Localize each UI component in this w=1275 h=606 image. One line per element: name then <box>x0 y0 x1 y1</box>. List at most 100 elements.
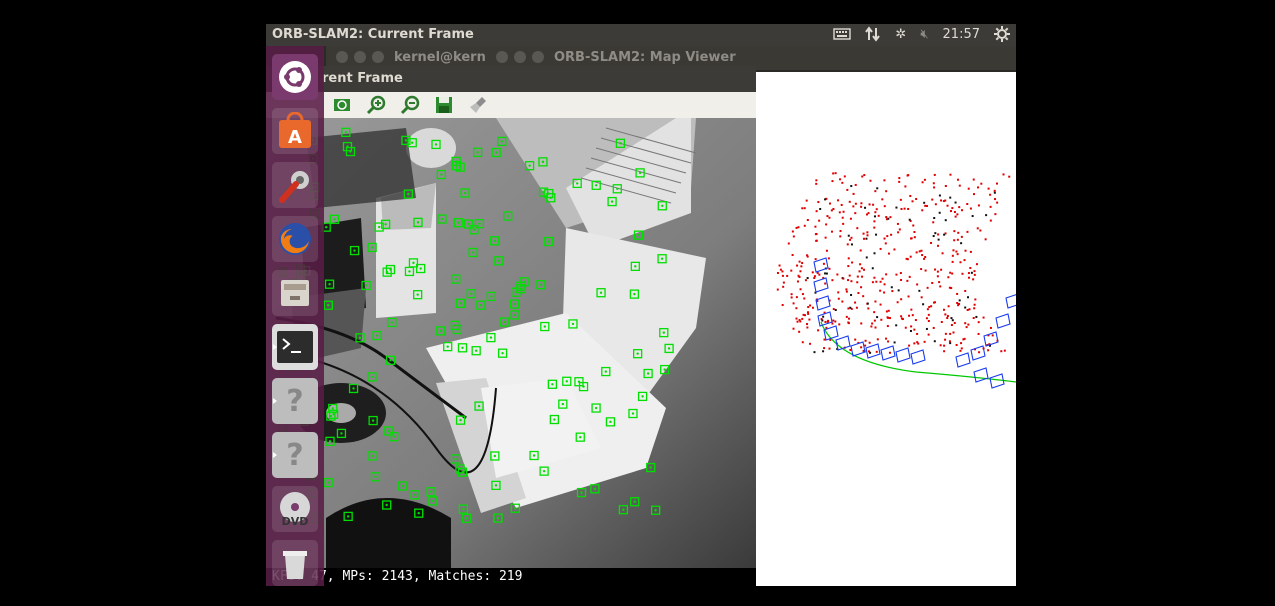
map-point <box>864 339 867 342</box>
feature-point <box>494 151 498 154</box>
launcher-item-firefox[interactable] <box>272 216 318 262</box>
launcher-item-trash[interactable] <box>272 540 318 586</box>
keyboard-icon[interactable] <box>833 27 852 41</box>
close-icon[interactable] <box>496 51 508 63</box>
map-point <box>1008 175 1011 178</box>
launcher-item-dash[interactable] <box>272 54 318 100</box>
feature-point <box>528 164 531 167</box>
launcher-item-unknown-2[interactable]: ? <box>272 432 318 478</box>
zoom-in-icon[interactable] <box>366 95 386 115</box>
maximize-icon[interactable] <box>532 51 544 63</box>
map-point <box>959 261 962 264</box>
clear-brush-icon[interactable] <box>468 95 488 115</box>
map-point <box>912 224 915 227</box>
map-point <box>967 296 970 299</box>
keyframe-marker <box>817 311 833 327</box>
volume-muted-icon[interactable]: 🔇︎ <box>920 27 928 42</box>
map-point <box>889 317 892 320</box>
map-point <box>818 219 821 222</box>
map-point <box>824 236 827 239</box>
save-icon[interactable] <box>434 95 454 115</box>
launcher-item-settings[interactable] <box>272 162 318 208</box>
map-point <box>898 180 901 183</box>
zoom-fit-icon[interactable] <box>332 95 352 115</box>
map-point <box>985 214 988 217</box>
feature-point <box>604 370 607 373</box>
map-point <box>855 306 858 309</box>
launcher-item-unknown-1[interactable]: ? <box>272 378 318 424</box>
map-viewer-window-title[interactable]: ORB-SLAM2: Map Viewer <box>554 50 736 65</box>
keyframe-marker <box>835 335 851 351</box>
map-point <box>913 236 916 239</box>
map-point <box>801 293 804 296</box>
map-point <box>846 243 849 246</box>
feature-point <box>340 432 343 435</box>
launcher-item-terminal[interactable] <box>272 324 318 370</box>
map-point <box>957 304 960 307</box>
current-frame-title: rent Frame <box>322 71 403 86</box>
map-point <box>966 230 969 233</box>
feature-point <box>502 320 506 324</box>
map-point <box>824 272 827 275</box>
launcher-item-software[interactable]: A <box>272 108 318 154</box>
current-frame-titlebar[interactable]: rent Frame <box>266 66 756 92</box>
feature-point <box>358 336 362 340</box>
map-point <box>847 279 850 282</box>
map-point <box>932 326 935 329</box>
map-point <box>937 233 940 236</box>
feature-point <box>457 221 460 224</box>
map-point <box>925 317 928 320</box>
network-icon[interactable] <box>865 26 881 42</box>
map-point <box>947 305 950 308</box>
map-point <box>885 218 888 221</box>
map-point <box>842 222 845 225</box>
map-point <box>845 315 848 318</box>
launcher-item-files[interactable] <box>272 270 318 316</box>
map-point <box>854 338 857 341</box>
map-point <box>896 222 899 225</box>
map-point <box>933 217 936 220</box>
current-frame-window[interactable]: rent Frame KFs: 47, MPs: 2143, Matches: … <box>266 66 756 586</box>
map-point <box>776 288 779 291</box>
map-point <box>904 185 907 188</box>
map-point <box>955 250 958 253</box>
camera-frame-image[interactable] <box>266 118 756 568</box>
map-point <box>927 333 930 336</box>
close-icon[interactable] <box>336 51 348 63</box>
map-point <box>967 272 970 275</box>
map-point <box>836 273 839 276</box>
map-point <box>800 265 803 268</box>
gear-icon[interactable] <box>994 26 1010 42</box>
clock[interactable]: 21:57 <box>943 27 980 42</box>
map-point <box>879 289 882 292</box>
map-point <box>869 179 872 182</box>
map-point <box>921 254 924 257</box>
feature-point <box>370 375 374 379</box>
map-point <box>803 207 806 210</box>
bluetooth-icon[interactable]: ✲ <box>895 27 906 42</box>
feature-point <box>638 171 642 175</box>
dvd-icon: DVD <box>280 492 310 528</box>
terminal-window-title[interactable]: kernel@kern <box>394 50 486 65</box>
feature-point <box>465 517 468 520</box>
map-point <box>837 199 840 202</box>
zoom-out-icon[interactable] <box>400 95 420 115</box>
feature-point <box>579 435 582 439</box>
map-point <box>854 202 857 205</box>
map-point <box>867 307 870 310</box>
map-point <box>839 178 842 181</box>
maximize-icon[interactable] <box>372 51 384 63</box>
map-point <box>822 262 825 265</box>
map-point <box>994 213 997 216</box>
map-point <box>883 283 886 286</box>
map-viewer-canvas[interactable] <box>756 72 1016 586</box>
launcher-item-dvd[interactable]: DVD <box>272 486 318 532</box>
map-point <box>908 344 911 347</box>
map-point <box>949 271 952 274</box>
feature-point <box>439 329 443 333</box>
minimize-icon[interactable] <box>354 51 366 63</box>
map-point <box>790 296 793 299</box>
minimize-icon[interactable] <box>514 51 526 63</box>
feature-point <box>667 347 671 350</box>
running-indicator <box>273 452 277 458</box>
